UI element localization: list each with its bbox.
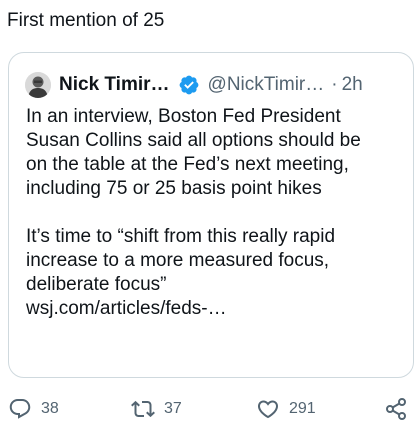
body-line: deliberate focus” [26, 274, 167, 295]
body-line: In an interview, Boston Fed President [26, 106, 341, 127]
quoted-tweet-body: In an interview, Boston Fed President Su… [26, 105, 406, 321]
author-name[interactable]: Nick Timir… [59, 74, 170, 96]
like-count: 291 [289, 400, 316, 417]
reply-count: 38 [41, 400, 59, 417]
timestamp[interactable]: 2h [342, 74, 363, 96]
body-line: on the table at the Fed’s next meeting, [26, 154, 349, 175]
quoted-tweet-card[interactable]: Nick Timir… @NickTimir… · 2h In an inter… [8, 52, 414, 378]
tweet-text: First mention of 25 [7, 10, 165, 31]
retweet-count: 37 [164, 400, 182, 417]
reply-icon [8, 397, 32, 421]
reply-button[interactable]: 38 [8, 392, 59, 426]
tweet-view: First mention of 25 Nick Timir… @NickTim… [0, 0, 418, 433]
body-line: including 75 or 25 basis point hikes [26, 178, 322, 199]
separator-dot: · [331, 74, 338, 95]
like-button[interactable]: 291 [256, 392, 316, 426]
author-avatar[interactable] [25, 72, 51, 98]
article-link[interactable]: wsj.com/articles/feds-… [26, 297, 406, 321]
retweet-icon [131, 397, 155, 421]
like-icon [256, 397, 280, 421]
share-icon [384, 397, 408, 421]
body-line: Susan Collins said all options should be [26, 130, 361, 151]
body-line: It’s time to “shift from this really rap… [26, 226, 336, 247]
author-handle[interactable]: @NickTimir… [208, 74, 325, 96]
quoted-tweet-header: Nick Timir… @NickTimir… · 2h [25, 70, 403, 100]
tweet-actions-bar: 38 37 291 [0, 392, 418, 426]
share-button[interactable] [384, 392, 408, 426]
verified-badge-icon [178, 74, 200, 96]
body-line: increase to a more measured focus, [26, 250, 330, 271]
retweet-button[interactable]: 37 [131, 392, 182, 426]
